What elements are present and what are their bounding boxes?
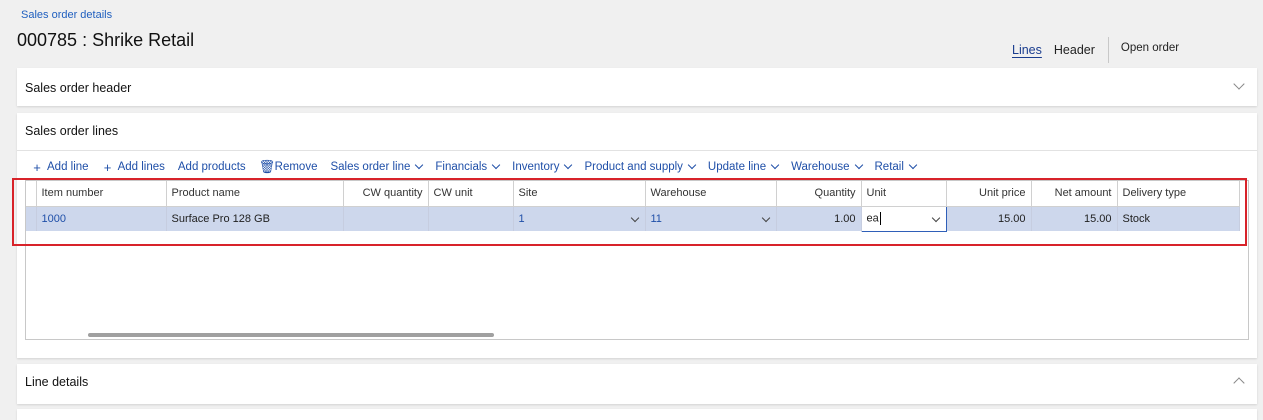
retail-menu[interactable]: Retail [875,160,918,173]
lines-toolbar: + Add line + Add lines Add products 🗑 Remov… [31,159,929,175]
remove-button[interactable]: 🗑 Remove [259,159,318,175]
sales-order-header-section[interactable]: Sales order header [17,68,1257,106]
section-title-details: Line details [25,375,89,389]
inventory-menu[interactable]: Inventory [512,160,573,173]
horizontal-scrollbar[interactable] [88,333,494,337]
trash-icon: 🗑 [258,159,276,174]
open-order-button[interactable]: Open order [1121,42,1179,54]
chevron-down-icon [415,160,424,170]
chevron-down-icon [491,160,501,170]
breadcrumb[interactable]: Sales order details [21,9,112,21]
tab-lines[interactable]: Lines [1012,43,1042,57]
chevron-down-icon [770,160,780,170]
add-products-button[interactable]: Add products [178,161,246,173]
warehouse-menu[interactable]: Warehouse [791,160,863,173]
chevron-down-icon [854,160,863,170]
chevron-down-icon [908,160,918,170]
product-and-supply-menu[interactable]: Product and supply [584,160,697,173]
page-title: 000785 : Shrike Retail [17,30,195,50]
chevron-down-icon[interactable] [1233,78,1245,90]
tab-divider [1107,37,1109,63]
section-title-lines[interactable]: Sales order lines [25,124,118,138]
add-lines-button[interactable]: + Add lines [102,160,165,175]
section-title-header: Sales order header [25,81,132,95]
chevron-down-icon [687,160,697,170]
add-line-button[interactable]: + Add line [31,159,88,175]
tab-header[interactable]: Header [1054,43,1095,57]
highlight-box [12,178,1247,246]
section-divider [17,150,1257,151]
sales-order-line-menu[interactable]: Sales order line [330,160,424,173]
financials-menu[interactable]: Financials [435,160,501,173]
add-lines-icon: + [103,159,112,175]
line-details-section[interactable]: Line details [17,364,1257,404]
chevron-down-icon [564,160,573,170]
update-line-menu[interactable]: Update line [708,160,780,173]
plus-icon: + [33,159,41,175]
top-tabs: Lines Header Open order [1012,37,1179,63]
chevron-up-icon[interactable] [1233,377,1245,389]
line-details-content [17,409,1257,420]
